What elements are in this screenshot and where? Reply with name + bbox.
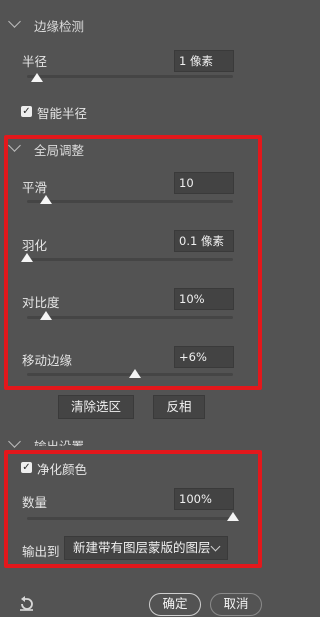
radius-slider-thumb[interactable] bbox=[31, 73, 43, 82]
output-to-selected: 新建带有图层蒙版的图层 bbox=[73, 540, 211, 555]
collapse-chevron-icon[interactable] bbox=[8, 15, 21, 28]
amount-slider-thumb[interactable] bbox=[227, 512, 239, 521]
shift-edge-label: 移动边缘 bbox=[22, 353, 73, 368]
smooth-field[interactable]: 10 bbox=[174, 172, 234, 194]
radius-label: 半径 bbox=[22, 54, 48, 69]
section-title-global-refine: 全局调整 bbox=[34, 143, 85, 158]
output-to-label: 输出到 bbox=[22, 544, 60, 559]
radius-slider-track[interactable] bbox=[27, 75, 233, 78]
smooth-slider-thumb[interactable] bbox=[40, 195, 52, 204]
decontaminate-colors-checkbox[interactable]: ✓ bbox=[21, 462, 32, 473]
output-to-dropdown[interactable]: 新建带有图层蒙版的图层 bbox=[64, 536, 228, 560]
contrast-label: 对比度 bbox=[22, 295, 60, 310]
feather-field[interactable]: 0.1 像素 bbox=[174, 230, 234, 252]
feather-slider-thumb[interactable] bbox=[21, 253, 33, 262]
amount-field[interactable]: 100% bbox=[174, 488, 234, 510]
smart-radius-label: 智能半径 bbox=[37, 106, 88, 121]
shift-edge-slider-thumb[interactable] bbox=[129, 369, 141, 378]
feather-label: 羽化 bbox=[22, 238, 48, 253]
contrast-field[interactable]: 10% bbox=[174, 288, 234, 310]
contrast-slider-thumb[interactable] bbox=[40, 311, 52, 320]
amount-slider-track[interactable] bbox=[27, 517, 233, 520]
feather-slider-track[interactable] bbox=[27, 258, 233, 261]
clear-selection-button[interactable]: 清除选区 bbox=[58, 395, 134, 419]
chevron-down-icon bbox=[210, 541, 221, 552]
cancel-button[interactable]: 取消 bbox=[210, 593, 262, 616]
ok-button[interactable]: 确定 bbox=[149, 593, 201, 616]
contrast-slider-track[interactable] bbox=[27, 316, 233, 319]
reset-arrow-icon[interactable] bbox=[18, 596, 36, 612]
section-title-output: 输出设置 bbox=[34, 436, 84, 446]
shift-edge-field[interactable]: +6% bbox=[174, 346, 234, 368]
smart-radius-checkbox[interactable]: ✓ bbox=[21, 106, 32, 117]
radius-field[interactable]: 1 像素 bbox=[174, 50, 234, 72]
smooth-slider-track[interactable] bbox=[27, 200, 233, 203]
collapse-chevron-icon[interactable] bbox=[8, 435, 21, 448]
decontaminate-colors-label: 净化颜色 bbox=[37, 462, 88, 477]
section-title-edge-detection: 边缘检测 bbox=[34, 19, 85, 34]
smooth-label: 平滑 bbox=[22, 180, 48, 195]
invert-button[interactable]: 反相 bbox=[153, 395, 205, 419]
amount-label: 数量 bbox=[22, 495, 48, 510]
